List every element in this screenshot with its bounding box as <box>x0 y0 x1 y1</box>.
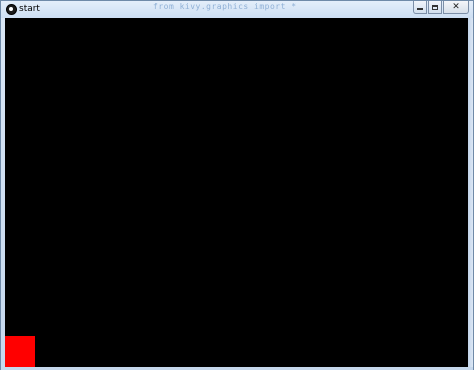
window-right-border <box>468 18 473 367</box>
drawing-canvas[interactable] <box>5 18 468 367</box>
minimize-icon <box>417 8 423 10</box>
caption-buttons: ✕ <box>413 1 469 14</box>
maximize-icon <box>432 4 438 10</box>
app-icon[interactable] <box>6 4 17 15</box>
minimize-button[interactable] <box>413 1 427 14</box>
close-icon: ✕ <box>452 1 460 12</box>
app-window: start from kivy.graphics import * ✕ <box>0 0 474 370</box>
background-editor-text: from kivy.graphics import * <box>153 2 297 11</box>
red-square <box>5 336 35 367</box>
window-title: start <box>19 4 40 14</box>
close-button[interactable]: ✕ <box>443 1 469 14</box>
title-bar[interactable]: start from kivy.graphics import * ✕ <box>1 1 473 18</box>
maximize-button[interactable] <box>428 1 442 14</box>
